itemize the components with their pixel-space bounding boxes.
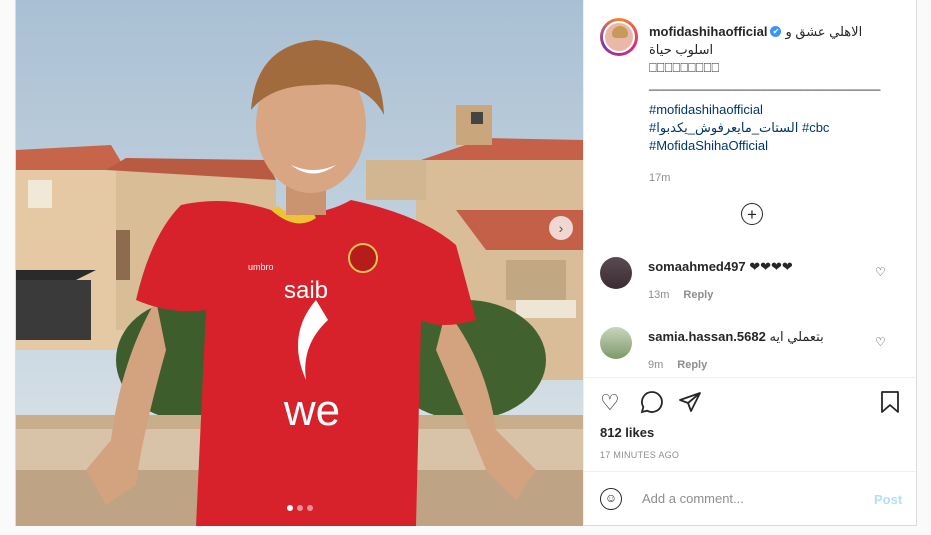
post-timestamp[interactable]: 17 MINUTES AGO (600, 450, 679, 460)
bookmark-icon[interactable] (881, 391, 899, 413)
comment-bubble-icon[interactable] (640, 390, 664, 414)
reply-button[interactable]: Reply (677, 359, 707, 371)
post-comment-button[interactable]: Post (874, 492, 902, 507)
share-paper-plane-icon[interactable] (678, 390, 702, 414)
chevron-right-icon: › (558, 220, 564, 236)
carousel-dot (297, 505, 303, 511)
post-modal: saib umbro we › mofidashihaofficial ✔ الاه… (15, 0, 918, 527)
carousel-dot (287, 505, 293, 511)
comment-time[interactable]: 13m (648, 289, 669, 301)
photo-illustration: saib umbro we (16, 0, 583, 526)
load-more-comments-button[interactable]: + (741, 203, 763, 225)
caption-line-4: ________________________________ (649, 76, 881, 91)
caption-line-1: الاهلي عشق و (785, 24, 863, 39)
verified-badge-icon: ✔ (770, 26, 782, 38)
caption-time[interactable]: 17m (649, 169, 909, 187)
jersey-brand-text: saib (284, 277, 328, 304)
comment-text: بتعملي ايه (769, 329, 824, 344)
hashtag-link[interactable]: #الستات_مايعرفوش_يكدبوا (649, 120, 798, 135)
like-comment-heart-icon[interactable]: ♡ (875, 335, 886, 349)
commenter-avatar[interactable] (600, 257, 632, 289)
caption-line-2: اسلوب حياة (649, 42, 714, 57)
action-bar: ♡ 812 likes 17 MINUTES AGO (584, 377, 918, 472)
comment-time[interactable]: 9m (648, 359, 663, 371)
comment-input[interactable] (640, 490, 864, 507)
likes-count[interactable]: 812 likes (600, 425, 654, 440)
emoji-smiley-icon[interactable]: ☺ (600, 488, 622, 510)
plus-icon: + (747, 204, 757, 224)
comment-username[interactable]: samia.hassan.5682 (648, 329, 766, 344)
like-comment-heart-icon[interactable]: ♡ (875, 265, 886, 279)
carousel-dot (307, 505, 313, 511)
commenter-avatar[interactable] (600, 327, 632, 359)
post-photo[interactable]: saib umbro we › (16, 0, 583, 526)
author-avatar[interactable] (600, 18, 638, 56)
comment-text: ❤❤❤❤ (749, 259, 793, 274)
reply-button[interactable]: Reply (683, 289, 713, 301)
carousel-dots (287, 505, 313, 511)
hashtag-link[interactable]: #cbc (802, 120, 829, 135)
comment-username[interactable]: somaahmed497 (648, 259, 746, 274)
hashtag-link[interactable]: #mofidashihaofficial (649, 102, 763, 117)
next-photo-button[interactable]: › (549, 216, 573, 240)
like-heart-icon[interactable]: ♡ (600, 392, 620, 414)
jersey-maker-text: umbro (248, 262, 274, 272)
author-username[interactable]: mofidashihaofficial (649, 24, 767, 39)
comment-composer: ☺ Post (584, 471, 918, 527)
hashtag-link[interactable]: #MofidaShihaOfficial (649, 138, 768, 153)
jersey-sponsor-text: we (283, 386, 340, 435)
post-sidebar: mofidashihaofficial ✔ الاهلي عشق و اسلوب ح… (583, 0, 918, 527)
